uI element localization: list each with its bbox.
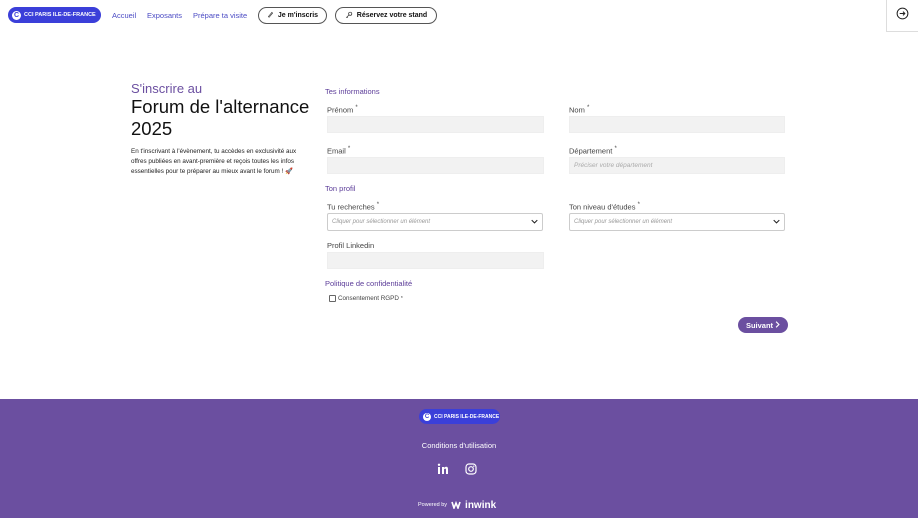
section-info-title: Tes informations (325, 87, 380, 96)
recherche-placeholder: Cliquer pour sélectionner un élément (332, 219, 431, 225)
footer-logo-mark: C (423, 412, 431, 421)
email-label: Email * (327, 146, 351, 156)
reserve-stand-button[interactable]: Réservez votre stand (335, 7, 437, 24)
terms-link[interactable]: Conditions d'utilisation (0, 441, 918, 450)
consent-label: Consentement RGPD (338, 295, 399, 302)
chevron-down-icon (773, 219, 780, 226)
linkedin-icon[interactable] (436, 462, 450, 476)
prenom-label: Prénom * (327, 105, 358, 115)
powered-by-label: Powered by (418, 502, 448, 508)
next-button[interactable]: Suivant (738, 317, 788, 333)
footer-logo-text: CCI PARIS ILE-DE-FRANCE (434, 413, 500, 420)
pen-icon (267, 11, 274, 20)
nav-accueil[interactable]: Accueil (112, 11, 136, 20)
cci-logo[interactable]: C CCI PARIS ILE-DE-FRANCE (8, 7, 101, 23)
inwink-brand: inwink (465, 499, 497, 511)
niveau-label: Ton niveau d'études * (569, 202, 640, 212)
instagram-icon[interactable] (464, 462, 478, 476)
powered-by: Powered by inwink (418, 496, 496, 514)
reserve-stand-label: Réservez votre stand (356, 12, 428, 19)
linkedin-input[interactable] (327, 252, 544, 269)
register-button[interactable]: Je m'inscris (258, 7, 327, 24)
section-profile-title: Ton profil (325, 184, 356, 193)
next-label: Suivant (745, 320, 774, 330)
email-input[interactable] (327, 157, 544, 174)
terms-label: Conditions d'utilisation (421, 441, 497, 450)
login-button[interactable] (886, 0, 918, 32)
intro-description: En t'inscrivant à l'évènement, tu accède… (131, 148, 297, 175)
cci-logo-text: CCI PARIS ILE-DE-FRANCE (24, 12, 96, 18)
top-header: C CCI PARIS ILE-DE-FRANCE Accueil Exposa… (0, 0, 918, 32)
linkedin-label: Profil Linkedin (327, 241, 375, 250)
nav-exposants[interactable]: Exposants (147, 11, 182, 20)
recherche-select[interactable]: Cliquer pour sélectionner un élément (327, 213, 543, 231)
register-label: Je m'inscris (277, 12, 319, 19)
nom-input[interactable] (569, 116, 785, 133)
departement-placeholder: Préciser votre département (574, 162, 653, 169)
prenom-input[interactable] (327, 116, 544, 133)
nom-label: Nom * (569, 105, 590, 115)
niveau-select[interactable]: Cliquer pour sélectionner un élément (569, 213, 785, 231)
consent-row: Consentement RGPD * (329, 295, 403, 302)
inwink-logo-icon (451, 496, 461, 514)
section-privacy-title: Politique de confidentialité (325, 279, 413, 288)
intro-subtitle: S'inscrire au (131, 81, 203, 96)
departement-input[interactable]: Préciser votre département (569, 157, 785, 174)
recherche-label: Tu recherches * (327, 202, 380, 212)
nav-prepare-visite[interactable]: Prépare ta visite (193, 11, 247, 20)
chevron-right-icon (775, 320, 780, 330)
sign-in-icon (896, 7, 909, 25)
cci-logo-mark: C (12, 10, 21, 20)
consent-checkbox[interactable] (329, 295, 336, 302)
page-title: Forum de l'alternance 2025 (131, 96, 310, 139)
footer-cci-logo[interactable]: C CCI PARIS ILE-DE-FRANCE (419, 409, 500, 424)
key-icon (345, 11, 353, 21)
niveau-placeholder: Cliquer pour sélectionner un élément (574, 219, 673, 225)
departement-label: Département * (569, 146, 617, 156)
chevron-down-icon (531, 219, 538, 226)
